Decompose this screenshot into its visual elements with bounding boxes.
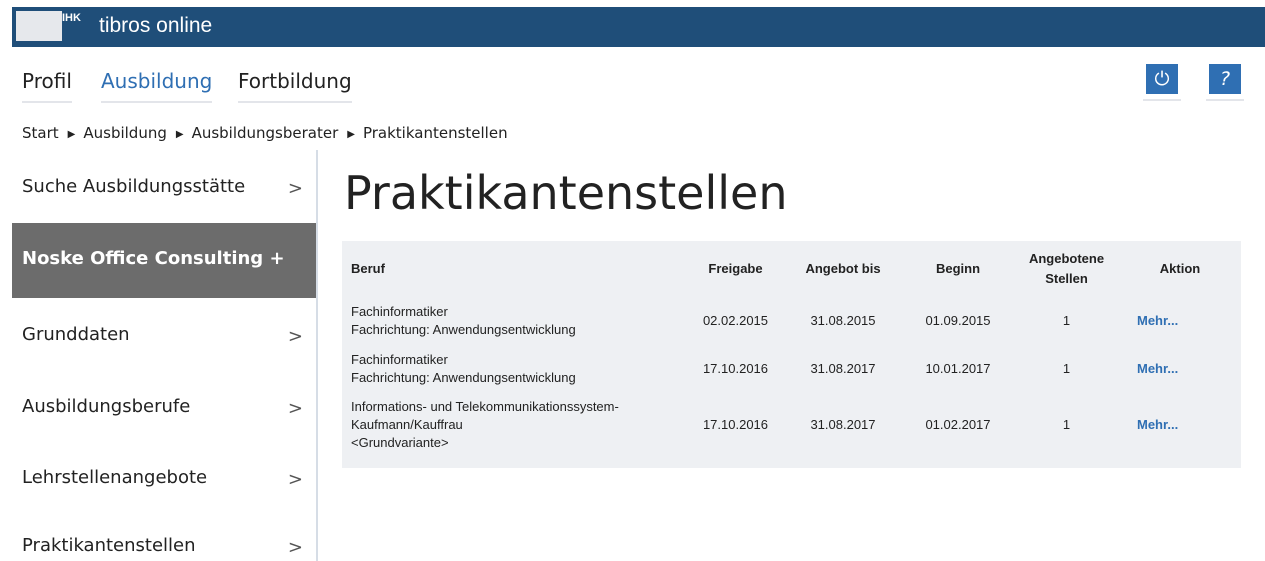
chevron-right-icon: >: [287, 398, 303, 419]
cell-angebot-bis: 31.08.2017: [810, 417, 876, 432]
cell-stellen: 1: [1062, 417, 1071, 432]
praktikantenstellen-table: Beruf Freigabe Angebot bis Beginn Angebo…: [342, 241, 1241, 468]
breadcrumb-separator-icon: ▶: [175, 129, 184, 140]
sidebar-item-praktikantenstellen[interactable]: Praktikantenstellen >: [12, 520, 317, 561]
column-header-beruf: Beruf: [351, 261, 385, 276]
power-glyph: ⏻: [1154, 68, 1170, 90]
cell-beruf: Informations- und Telekommunikationssyst…: [342, 393, 687, 457]
tab-ausbildung[interactable]: Ausbildung: [101, 69, 213, 103]
cell-stellen: 1: [1062, 361, 1071, 376]
app-title: tibros online: [99, 14, 213, 37]
column-header-angebotene-stellen: Angebotene Stellen: [1014, 241, 1119, 297]
cell-aktion: Mehr...: [1119, 297, 1241, 345]
cell-angebot-bis: 31.08.2015: [810, 313, 876, 328]
table-row: Informations- und Telekommunikationssyst…: [342, 393, 1241, 457]
beruf-line: Fachinformatiker: [351, 304, 448, 319]
mehr-link[interactable]: Mehr...: [1137, 361, 1178, 376]
chevron-right-icon: >: [287, 537, 303, 558]
column-header-angebot-bis: Angebot bis: [805, 261, 881, 276]
breadcrumb: Start ▶ Ausbildung ▶ Ausbildungsberater ▶ Prak…: [22, 124, 508, 142]
breadcrumb-separator-icon: ▶: [67, 129, 76, 140]
mehr-link[interactable]: Mehr...: [1137, 417, 1178, 432]
table-row: Fachinformatiker Fachrichtung: Anwendung…: [342, 297, 1241, 345]
sidebar-item-label: Praktikantenstellen: [22, 535, 196, 556]
sidebar-divider: [316, 150, 318, 561]
tab-profil[interactable]: Profil: [22, 69, 72, 103]
column-header-beginn: Beginn: [935, 261, 981, 276]
header-line: Angebotene: [1028, 251, 1105, 266]
breadcrumb-ausbildung[interactable]: Ausbildung: [83, 124, 167, 142]
sidebar-item-suche-ausbildungsstaette[interactable]: Suche Ausbildungsstätte >: [12, 150, 317, 224]
beruf-line: Fachinformatiker: [351, 352, 448, 367]
cell-beginn: 01.09.2015: [925, 313, 991, 328]
power-icon[interactable]: ⏻: [1146, 64, 1178, 94]
breadcrumb-start[interactable]: Start: [22, 124, 59, 142]
cell-beginn: 10.01.2017: [925, 361, 991, 376]
cell-angebot-bis: 31.08.2017: [810, 361, 876, 376]
beruf-line: Informations- und Telekommunikationssyst…: [351, 399, 619, 414]
power-underline: [1143, 99, 1181, 101]
sidebar-item-label: Ausbildungsberufe: [22, 396, 191, 417]
sidebar: Suche Ausbildungsstätte > Noske Office C…: [12, 150, 317, 561]
cell-freigabe: 17.10.2016: [702, 361, 769, 376]
cell-beruf: Fachinformatiker Fachrichtung: Anwendung…: [342, 297, 687, 345]
beruf-line: <Grundvariante>: [351, 435, 449, 450]
help-underline: [1206, 99, 1244, 101]
table-header-row: Beruf Freigabe Angebot bis Beginn Angebo…: [342, 241, 1241, 297]
sidebar-item-ausbildungsberufe[interactable]: Ausbildungsberufe >: [12, 372, 317, 446]
cell-beruf: Fachinformatiker Fachrichtung: Anwendung…: [342, 345, 687, 393]
cell-aktion: Mehr...: [1119, 393, 1241, 457]
mehr-link[interactable]: Mehr...: [1137, 313, 1178, 328]
header-line: Stellen: [1045, 271, 1088, 286]
chevron-right-icon: >: [287, 469, 303, 490]
help-glyph: ?: [1219, 68, 1231, 90]
table-row: Fachinformatiker Fachrichtung: Anwendung…: [342, 345, 1241, 393]
column-header-freigabe: Freigabe: [708, 261, 763, 276]
sidebar-item-label: Lehrstellenangebote: [22, 467, 208, 488]
cell-beginn: 01.02.2017: [925, 417, 991, 432]
chevron-right-icon: >: [287, 326, 303, 347]
logo-text: IHK: [62, 12, 81, 24]
app-header: IHK tibros online: [12, 7, 1265, 47]
cell-aktion: Mehr...: [1119, 345, 1241, 393]
sidebar-item-noske-office-consulting[interactable]: Noske Office Consulting +: [12, 223, 317, 298]
sidebar-item-label: Grunddaten: [22, 324, 130, 345]
sidebar-item-grunddaten[interactable]: Grunddaten >: [12, 298, 317, 372]
cell-freigabe: 02.02.2015: [702, 313, 769, 328]
page-title: Praktikantenstellen: [344, 166, 788, 220]
breadcrumb-ausbildungsberater[interactable]: Ausbildungsberater: [192, 124, 339, 142]
breadcrumb-separator-icon: ▶: [347, 129, 355, 140]
sidebar-item-lehrstellenangebote[interactable]: Lehrstellenangebote >: [12, 446, 317, 520]
ihk-logo: [16, 11, 62, 41]
beruf-line: Kaufmann/Kauffrau: [351, 417, 463, 432]
cell-freigabe: 17.10.2016: [702, 417, 769, 432]
breadcrumb-praktikantenstellen: Praktikantenstellen: [362, 124, 508, 142]
sidebar-item-label: Noske Office Consulting +: [22, 248, 285, 269]
column-header-aktion: Aktion: [1159, 261, 1201, 276]
chevron-right-icon: >: [287, 178, 303, 199]
tab-fortbildung[interactable]: Fortbildung: [238, 69, 352, 103]
cell-stellen: 1: [1062, 313, 1071, 328]
help-icon[interactable]: ?: [1209, 64, 1241, 94]
sidebar-item-label: Suche Ausbildungsstätte: [22, 176, 246, 197]
beruf-line: Fachrichtung: Anwendungsentwicklung: [351, 370, 576, 385]
beruf-line: Fachrichtung: Anwendungsentwicklung: [351, 322, 576, 337]
